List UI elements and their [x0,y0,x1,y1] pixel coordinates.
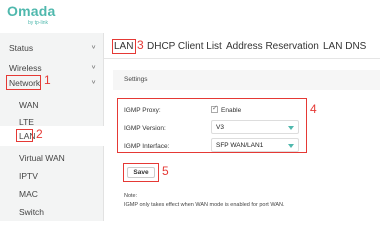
sidebar-item-label: Virtual WAN [19,153,65,163]
sidebar-item-label: WAN [19,100,39,110]
chevron-down-icon: ∨ [90,64,96,70]
sidebar-item-status[interactable]: Status ∨ [0,38,104,60]
sidebar-item-label: MAC [19,189,38,199]
tab-dhcp-client-list[interactable]: DHCP Client List [147,41,222,52]
igmp-interface-label: IGMP Interface: [124,143,170,150]
annotation-number-2: 2 [36,127,43,141]
igmp-version-select[interactable]: V3 [211,120,299,134]
annotation-box-lan [16,129,33,142]
igmp-interface-value: SFP WAN/LAN1 [216,142,264,149]
sidebar-item-label: Switch [19,207,45,217]
tab-address-reservation[interactable]: Address Reservation [226,41,319,52]
annotation-number-3: 3 [137,38,144,52]
dropdown-arrow-icon [288,144,294,148]
settings-header [113,70,380,90]
sidebar-item-label: IPTV [19,171,38,181]
tabs-divider [104,58,380,59]
annotation-box-lan-tab [112,39,136,54]
chevron-down-icon: ∨ [90,44,96,50]
save-button[interactable]: Save [127,167,155,178]
brand-logo: Omada [7,3,56,19]
sidebar-item-switch[interactable]: Switch [0,202,104,224]
note-text: IGMP only takes effect when WAN mode is … [124,202,285,208]
top-bar: Omada by tp-link [0,0,380,33]
sidebar-item-label: Wireless [9,63,42,73]
igmp-version-label: IGMP Version: [124,125,166,132]
igmp-proxy-label: IGMP Proxy: [124,107,161,114]
tab-lan-dns[interactable]: LAN DNS [323,41,366,52]
igmp-interface-select[interactable]: SFP WAN/LAN1 [211,138,299,152]
annotation-number-5: 5 [162,164,169,178]
annotation-box-network [6,75,41,90]
igmp-version-value: V3 [216,124,224,131]
dropdown-arrow-icon [288,126,294,130]
igmp-proxy-checkbox[interactable]: ✓ [211,105,218,113]
sidebar-item-label: Status [9,43,34,53]
brand-sub: by tp-link [28,20,49,26]
chevron-up-icon: ∨ [90,79,96,85]
annotation-number-4: 4 [310,102,317,116]
settings-title: Settings [124,76,148,83]
note-title: Note: [124,193,138,199]
igmp-proxy-option-label: Enable [221,107,242,114]
annotation-number-1: 1 [44,73,51,87]
check-icon: ✓ [212,105,218,112]
